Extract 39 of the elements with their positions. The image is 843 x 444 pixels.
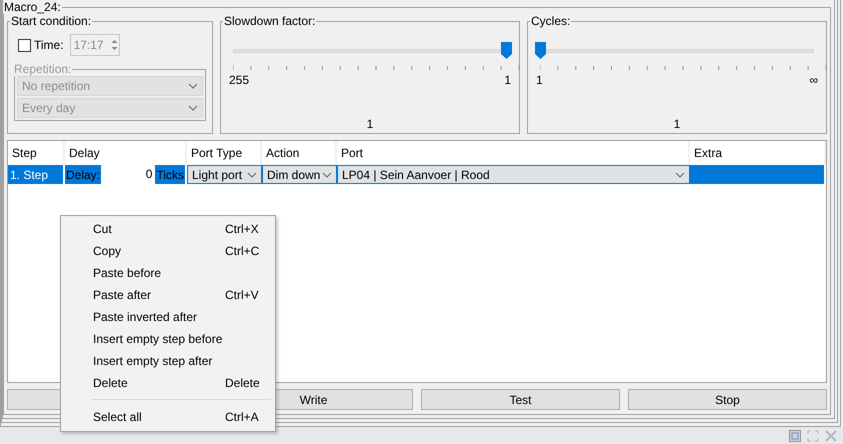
action-dropdown[interactable]: Dim down bbox=[262, 165, 337, 184]
group-title: Macro_24: bbox=[3, 0, 62, 14]
min-label: 255 bbox=[229, 73, 250, 87]
slider-value: 1 bbox=[366, 117, 374, 131]
menu-item[interactable]: Insert empty step after bbox=[63, 350, 273, 372]
ticks-label: Ticks bbox=[155, 168, 185, 182]
dropdown-caret-icon bbox=[675, 172, 685, 178]
port-type-dropdown[interactable]: Light port bbox=[187, 165, 262, 184]
menu-item[interactable]: Cut Ctrl+X bbox=[63, 218, 273, 240]
menu-item[interactable]: Paste after Ctrl+V bbox=[63, 284, 273, 306]
action-button[interactable]: Stop bbox=[628, 389, 827, 410]
menu-item[interactable]: Paste before bbox=[63, 262, 273, 284]
spin-arrows-icon bbox=[110, 37, 119, 53]
action-button[interactable]: Test bbox=[421, 389, 620, 410]
time-label: Time: bbox=[34, 38, 64, 52]
panel-title: Slowdown factor: bbox=[223, 14, 316, 28]
port-dropdown[interactable]: LP04 | Sein Aanvoer | Rood bbox=[337, 165, 690, 184]
delay-field[interactable]: 0 bbox=[101, 165, 156, 184]
time-checkbox[interactable] bbox=[18, 38, 31, 52]
min-label: 1 bbox=[536, 73, 543, 87]
panel-title: Repetition: bbox=[13, 62, 72, 76]
dropdown-caret-icon bbox=[188, 83, 198, 89]
dropdown-caret-icon bbox=[188, 105, 198, 111]
panel-title: Cycles: bbox=[530, 14, 572, 28]
dropdown-caret-icon bbox=[322, 172, 332, 178]
slider-thumb[interactable] bbox=[501, 42, 512, 59]
menu-item[interactable]: Copy Ctrl+C bbox=[63, 240, 273, 262]
step-cell[interactable]: 1. Step bbox=[8, 165, 65, 184]
extra-cell[interactable] bbox=[690, 165, 826, 184]
restore-icon[interactable] bbox=[789, 430, 801, 442]
delay-label: Delay: bbox=[65, 168, 102, 182]
slider-thumb[interactable] bbox=[535, 42, 546, 59]
panel-title: Start condition: bbox=[10, 14, 92, 28]
menu-item[interactable]: Paste inverted after bbox=[63, 306, 273, 328]
menu-item[interactable]: Insert empty step before bbox=[63, 328, 273, 350]
max-label: ∞ bbox=[809, 73, 818, 87]
slider-value: 1 bbox=[674, 117, 680, 131]
max-label: 1 bbox=[504, 73, 511, 87]
dropdown-caret-icon bbox=[247, 172, 257, 178]
